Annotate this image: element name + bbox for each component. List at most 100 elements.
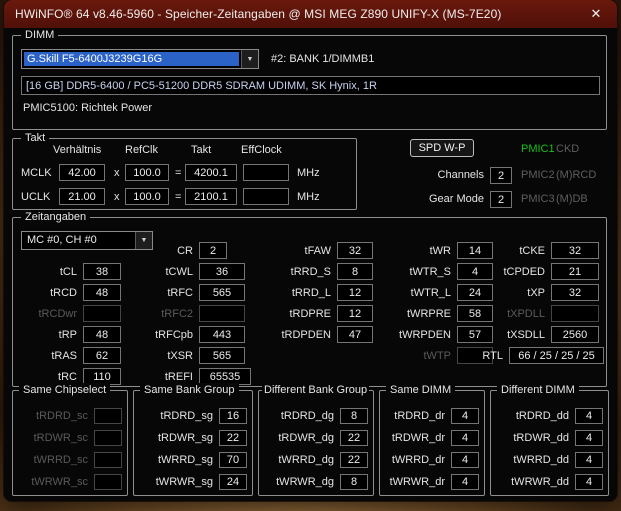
gear-mode-value-field: 2 [490,191,512,208]
timing-value-field: 4 [575,407,603,424]
timing-tcwl: tCWL 36 [133,263,245,280]
close-icon[interactable]: ✕ [575,0,617,28]
window-title: HWiNFO® 64 v8.46-5960 - Speicher-Zeitang… [15,7,502,21]
different-bank-group-group: Different Bank Group tRDRD_dg 8 tRDWR_dg 2… [258,383,374,496]
timing-row: tRDWR_sc [18,429,122,446]
timing-value-field: 22 [340,429,368,446]
timings-group-label: Zeitangaben [21,210,91,224]
same-dimm-group: Same DIMM tRDRD_dr 4 tRDWR_dr 4 tWRRD_dr 4 … [379,383,485,496]
clock-header-ratio: Verhältnis [53,144,102,156]
timing-label: tRC [58,370,77,383]
timing-label: tRDWR_dr [391,431,445,444]
timing-label: tXPDLL [507,307,545,320]
group-label: Different DIMM [497,383,579,397]
title-bar: HWiNFO® 64 v8.46-5960 - Speicher-Zeitang… [4,0,617,28]
timing-label: tRDWR_sc [33,431,88,444]
timing-label: tRDRD_dg [280,409,334,422]
timing-value-field: 8 [337,263,373,280]
timing-txpdll: tXPDLL [475,305,599,322]
timing-trrd-l: tRRD_L 12 [259,284,373,301]
memory-channel-selected-value: MC #0, CH #0 [27,234,97,246]
group-label: Different Bank Group [262,383,370,397]
timing-value-field: 62 [83,347,121,364]
timing-value-field: 565 [199,284,245,301]
timing-label: tWRWR_sc [31,475,88,488]
timing-label: tXSR [167,349,193,362]
pmic1-value: CKD [556,143,580,155]
timing-label: tRDRD_dr [394,409,445,422]
timing-trdpden: tRDPDEN 47 [259,326,373,343]
group-label: Same Chipselect [19,383,111,397]
timing-value-field: 443 [199,326,245,343]
timing-row: tRDRD_dr 4 [385,407,479,424]
timing-label: tRCDwr [38,307,78,320]
timing-row: tWRRD_dr 4 [385,451,479,468]
timing-value-field: 22 [219,429,247,446]
timing-label: tWRPDEN [399,328,451,341]
pmic2-value: (M)RCD [556,169,597,181]
pmic2-label: PMIC2 [521,169,555,181]
mclk-effclock-field [243,164,289,181]
timing-row: tRDWR_dd 4 [496,429,603,446]
timing-value-field [83,305,121,322]
mclk-equals-sign: = [175,167,182,179]
uclk-ratio-field: 21.00 [59,188,105,205]
timing-label: tXSDLL [507,328,545,341]
window-content: DIMM G.Skill F5-6400J3239G16G ▼ #2: BANK… [4,28,617,501]
timing-label: tCWL [165,265,194,278]
dimm-module-select[interactable]: G.Skill F5-6400J3239G16G ▼ [21,49,259,69]
timing-row: tWRRD_dg 22 [264,451,368,468]
mclk-clock-field: 4200.1 [185,164,237,181]
mclk-label: MCLK [21,167,52,179]
timing-value-field: 4 [451,451,479,468]
uclk-multiply-sign: x [114,191,120,203]
channels-label: Channels [437,169,484,181]
timing-label: tRFCpb [155,328,193,341]
timing-row: tWRRD_sg 70 [139,451,247,468]
timing-tcl: tCL 38 [17,263,121,280]
timing-row: tWRWR_dr 4 [385,473,479,490]
timing-trp: tRP 48 [17,326,121,343]
timing-row: tWRRD_dd 4 [496,451,603,468]
timing-label: tWRPRE [407,307,451,320]
pmic3-label: PMIC3 [521,193,555,205]
timing-value-field: 4 [451,407,479,424]
clock-group-label: Takt [21,131,50,145]
timing-value-field [551,305,599,322]
timing-label: tWRRD_dr [391,453,445,466]
timing-tcpded: tCPDED 21 [475,263,599,280]
timing-label: tCPDED [503,265,545,278]
group-label: Same Bank Group [140,383,239,397]
timing-value-field [94,473,122,490]
dimm-module-info-field: [16 GB] DDR5-6400 / PC5-51200 DDR5 SDRAM… [21,76,600,95]
timing-row: tRDWR_dr 4 [385,429,479,446]
timing-tfaw: tFAW 32 [259,242,373,259]
clock-header-refclk: RefClk [125,144,159,156]
chevron-down-icon[interactable]: ▼ [241,50,258,68]
timing-label: tWRWR_dr [389,475,445,488]
timing-label: RTL [482,349,503,362]
timing-row: tWRWR_sc [18,473,122,490]
timing-label: tREFI [164,370,193,383]
timing-label: tRDWR_dg [278,431,334,444]
timing-row: tWRRD_sc [18,451,122,468]
same-bank-group-group: Same Bank Group tRDRD_sg 16 tRDWR_sg 22 tW… [133,383,253,496]
timing-label: tRDPDEN [281,328,331,341]
dimm-pmic-info: PMIC5100: Richtek Power [23,102,152,114]
timing-value-field: 8 [340,407,368,424]
timing-trcdwr: tRCDwr [17,305,121,322]
timing-value-field [199,305,245,322]
timing-label: tRDRD_sc [36,409,88,422]
timing-value-field: 48 [83,326,121,343]
spd-pmic-panel: SPD W-P Channels 2 Gear Mode 2 PMIC1 CKD… [404,138,609,210]
timing-row: tRDRD_sg 16 [139,407,247,424]
timing-label: tCKE [519,244,545,257]
timing-value-field [94,451,122,468]
timing-rtl: RTL 66 / 25 / 25 / 25 [465,347,604,364]
timing-value-field: 66 / 25 / 25 / 25 [509,347,604,364]
hwinfo-memory-timings-window: HWiNFO® 64 v8.46-5960 - Speicher-Zeitang… [4,0,617,501]
spd-write-protect-button[interactable]: SPD W-P [410,139,474,157]
timing-label: tRDPRE [289,307,331,320]
timing-label: tWTR_S [409,265,451,278]
timing-value-field: 565 [199,347,245,364]
